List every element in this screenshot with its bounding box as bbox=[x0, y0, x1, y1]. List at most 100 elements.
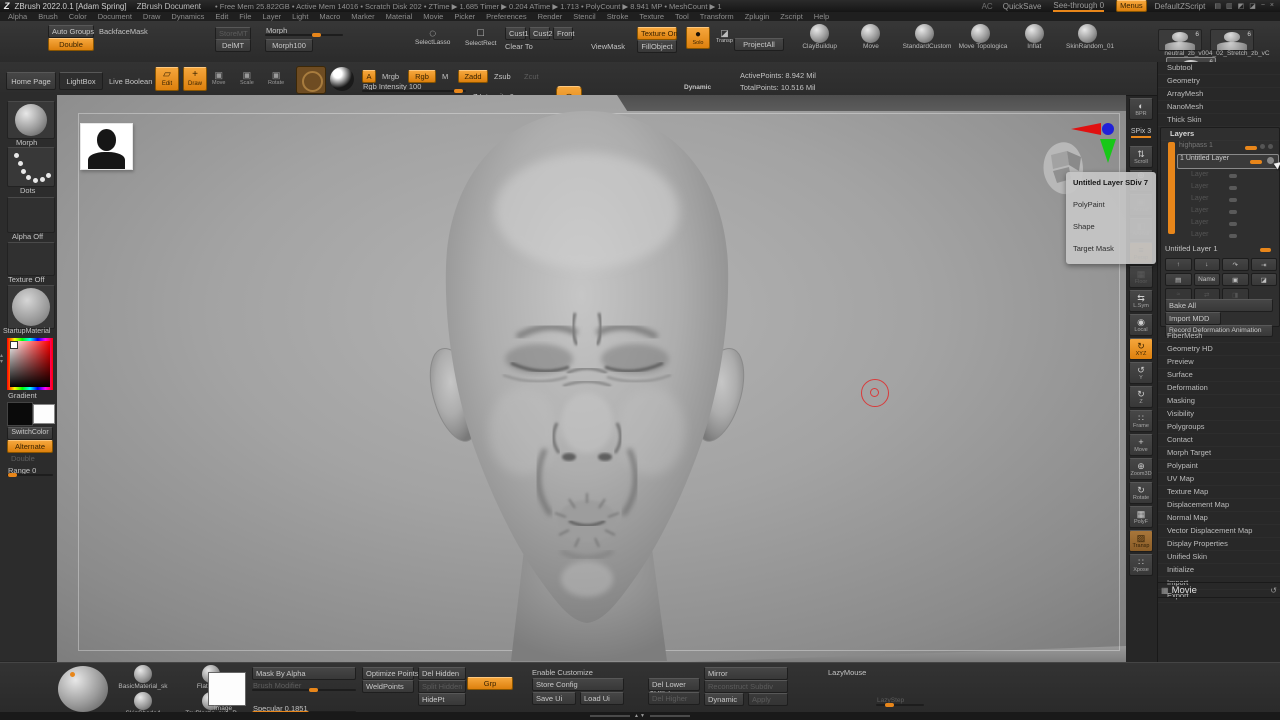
current-material-button[interactable] bbox=[330, 67, 354, 91]
layer-row-selected[interactable]: 1 Untitled Layer bbox=[1177, 154, 1279, 169]
menu-item[interactable]: Render bbox=[538, 12, 563, 21]
menu-item[interactable]: Color bbox=[69, 12, 87, 21]
menu-item[interactable]: Stroke bbox=[607, 12, 629, 21]
del-mt-button[interactable]: DelMT bbox=[215, 39, 251, 52]
popup-menu-item[interactable]: Shape bbox=[1073, 222, 1156, 231]
brush-quickpick[interactable]: Inflat bbox=[1015, 24, 1054, 50]
menu-item[interactable]: Edit bbox=[215, 12, 228, 21]
layer-row-empty[interactable]: Layer bbox=[1177, 229, 1277, 241]
tool-thumbnail[interactable]: 6 bbox=[1210, 29, 1254, 51]
morph100-button[interactable]: Morph100 bbox=[265, 39, 313, 52]
live-boolean-button[interactable]: Live Boolean bbox=[109, 77, 152, 86]
store-config-button[interactable]: Store Config bbox=[532, 678, 624, 691]
brush-preview-button[interactable] bbox=[296, 66, 326, 94]
tool-section-header[interactable]: Subtool bbox=[1158, 62, 1280, 75]
transp-button[interactable]: ◪ Transp bbox=[716, 28, 733, 44]
rgb-intensity-slider[interactable]: Rgb Intensity 100 bbox=[362, 82, 466, 92]
layer-tool-button[interactable]: ↓ bbox=[1194, 258, 1221, 271]
tool-section-header[interactable]: Display Properties bbox=[1158, 538, 1280, 551]
color-picker[interactable] bbox=[7, 338, 53, 390]
morph-slider[interactable]: Morph bbox=[265, 26, 343, 36]
layer-eye-icon[interactable] bbox=[1260, 144, 1265, 149]
menu-item[interactable]: Tool bbox=[675, 12, 689, 21]
rightshelf-button[interactable]: ▨ Transp bbox=[1129, 530, 1153, 552]
brush-quickpick[interactable]: Move Topologica bbox=[959, 24, 1003, 50]
menu-item[interactable]: Draw bbox=[143, 12, 161, 21]
current-layer-name[interactable]: Untitled Layer 1 bbox=[1165, 244, 1277, 253]
backface-mask-button[interactable]: BackfaceMask bbox=[99, 27, 148, 36]
layer-slider[interactable] bbox=[1250, 160, 1262, 164]
rightshelf-button[interactable]: ◉ Local bbox=[1129, 314, 1153, 336]
tool-section-header[interactable]: NanoMesh bbox=[1158, 101, 1280, 114]
current-brush-button[interactable] bbox=[7, 101, 55, 139]
menu-item[interactable]: Movie bbox=[423, 12, 443, 21]
del-higher-button[interactable]: Del Higher bbox=[648, 692, 700, 705]
move-button[interactable]: ▣ Move bbox=[212, 70, 225, 86]
tool-section-header[interactable]: Displacement Map bbox=[1158, 499, 1280, 512]
tray-collapse-arrows[interactable]: ▴▾ bbox=[0, 353, 3, 365]
import-mdd-button[interactable]: Import MDD bbox=[1165, 312, 1221, 325]
layer-row-empty[interactable]: Layer bbox=[1177, 205, 1277, 217]
lazy-step-slider[interactable]: LazyStep bbox=[876, 697, 924, 706]
layer-rec-icon[interactable] bbox=[1268, 144, 1273, 149]
tool-section-header[interactable]: Initialize bbox=[1158, 564, 1280, 577]
rightshelf-button[interactable]: ↻ XYZ bbox=[1129, 338, 1153, 360]
menu-item[interactable]: Marker bbox=[351, 12, 374, 21]
menu-item[interactable]: Material bbox=[386, 12, 413, 21]
rightshelf-button[interactable]: + Move bbox=[1129, 434, 1153, 456]
save-ui-button[interactable]: Save Ui bbox=[532, 692, 576, 705]
menu-item[interactable]: Stencil bbox=[573, 12, 596, 21]
menus-toggle[interactable]: Menus bbox=[1116, 0, 1147, 11]
draw-button[interactable]: + Draw bbox=[183, 67, 207, 91]
tool-section-header[interactable]: Contact bbox=[1158, 434, 1280, 447]
mask-by-alpha-button[interactable]: Mask By Alpha bbox=[252, 667, 356, 680]
m-button[interactable]: M bbox=[442, 72, 448, 81]
layer-opacity-slider[interactable] bbox=[1260, 248, 1271, 252]
menu-item[interactable]: Light bbox=[292, 12, 308, 21]
rightshelf-button[interactable]: ⇆ L.Sym bbox=[1129, 290, 1153, 312]
tool-section-header[interactable]: Vector Displacement Map bbox=[1158, 525, 1280, 538]
popup-menu-item[interactable]: Target Mask bbox=[1073, 244, 1156, 253]
reconstruct-subdiv-button[interactable]: Reconstruct Subdiv bbox=[704, 680, 788, 693]
movie-palette-header[interactable]: ▦ Movie ↺ bbox=[1158, 582, 1280, 598]
zsub-button[interactable]: Zsub bbox=[494, 72, 511, 81]
menu-item[interactable]: Texture bbox=[639, 12, 664, 21]
rightshelf-button[interactable]: ⊕ Zoom3D bbox=[1129, 458, 1153, 480]
alternate-button[interactable]: Alternate bbox=[7, 440, 53, 453]
rightshelf-button[interactable]: ↺ Y bbox=[1129, 362, 1153, 384]
clear-to-button[interactable]: Clear To bbox=[505, 42, 533, 51]
rightshelf-button[interactable]: SPix 3 bbox=[1129, 122, 1153, 144]
tool-thumbnail[interactable]: 6 bbox=[1158, 29, 1202, 51]
layer-tool-button[interactable]: Name bbox=[1194, 273, 1221, 286]
rightshelf-button[interactable]: ↻ Rotate bbox=[1129, 482, 1153, 504]
menu-item[interactable]: Brush bbox=[38, 12, 58, 21]
cust1-button[interactable]: Cust1 bbox=[505, 27, 526, 40]
switch-color-button[interactable]: SwitchColor bbox=[7, 427, 53, 440]
rightshelf-button[interactable]: ◐ BPR bbox=[1129, 98, 1153, 120]
del-lower-button[interactable]: Del Lower bbox=[648, 678, 700, 691]
default-zscript-button[interactable]: DefaultZScript bbox=[1155, 2, 1206, 11]
layers-header[interactable]: Layers bbox=[1161, 128, 1279, 141]
popup-menu-item[interactable]: PolyPaint bbox=[1073, 200, 1156, 209]
sculpted-head-model[interactable] bbox=[393, 101, 785, 661]
hide-pt-button[interactable]: HidePt bbox=[418, 693, 466, 706]
tool-section-header[interactable]: Deformation bbox=[1158, 382, 1280, 395]
rightshelf-button[interactable]: ⇅ Scroll bbox=[1129, 146, 1153, 168]
dynamic-button[interactable]: Dynamic bbox=[704, 693, 744, 706]
see-through-slider[interactable]: See-through 0 bbox=[1053, 1, 1104, 12]
edit-button[interactable]: ▱ Edit bbox=[155, 67, 179, 91]
menu-item[interactable]: Picker bbox=[454, 12, 475, 21]
reference-image-card[interactable] bbox=[80, 123, 133, 170]
texture-image-swatch[interactable] bbox=[208, 672, 246, 706]
layer-tool-button[interactable]: ↑ bbox=[1165, 258, 1192, 271]
layer-row-empty[interactable]: Layer bbox=[1177, 217, 1277, 229]
alpha-button[interactable] bbox=[7, 197, 55, 233]
minimize-icon[interactable]: − bbox=[1261, 2, 1265, 10]
menu-item[interactable]: Macro bbox=[319, 12, 340, 21]
layer-tool-button[interactable]: ◪ bbox=[1251, 273, 1278, 286]
layer-row-empty[interactable]: Layer bbox=[1177, 193, 1277, 205]
home-page-button[interactable]: Home Page bbox=[6, 72, 56, 90]
zcut-button[interactable]: Zcut bbox=[524, 72, 539, 81]
cust2-button[interactable]: Cust2 bbox=[529, 27, 550, 40]
tool-section-header[interactable]: Polypaint bbox=[1158, 460, 1280, 473]
